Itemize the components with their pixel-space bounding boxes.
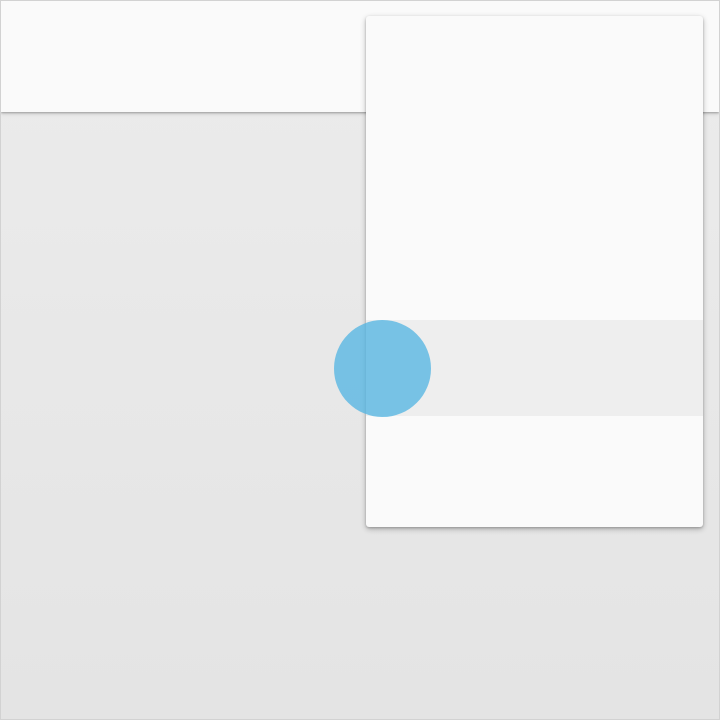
menu-item-5[interactable] — [366, 416, 703, 512]
menu-item-1[interactable] — [366, 32, 703, 128]
popup-menu — [366, 16, 703, 527]
menu-item-2[interactable] — [366, 128, 703, 224]
screen — [0, 0, 720, 720]
menu-item-3[interactable] — [366, 224, 703, 320]
menu-item-4-highlighted[interactable] — [366, 320, 703, 416]
